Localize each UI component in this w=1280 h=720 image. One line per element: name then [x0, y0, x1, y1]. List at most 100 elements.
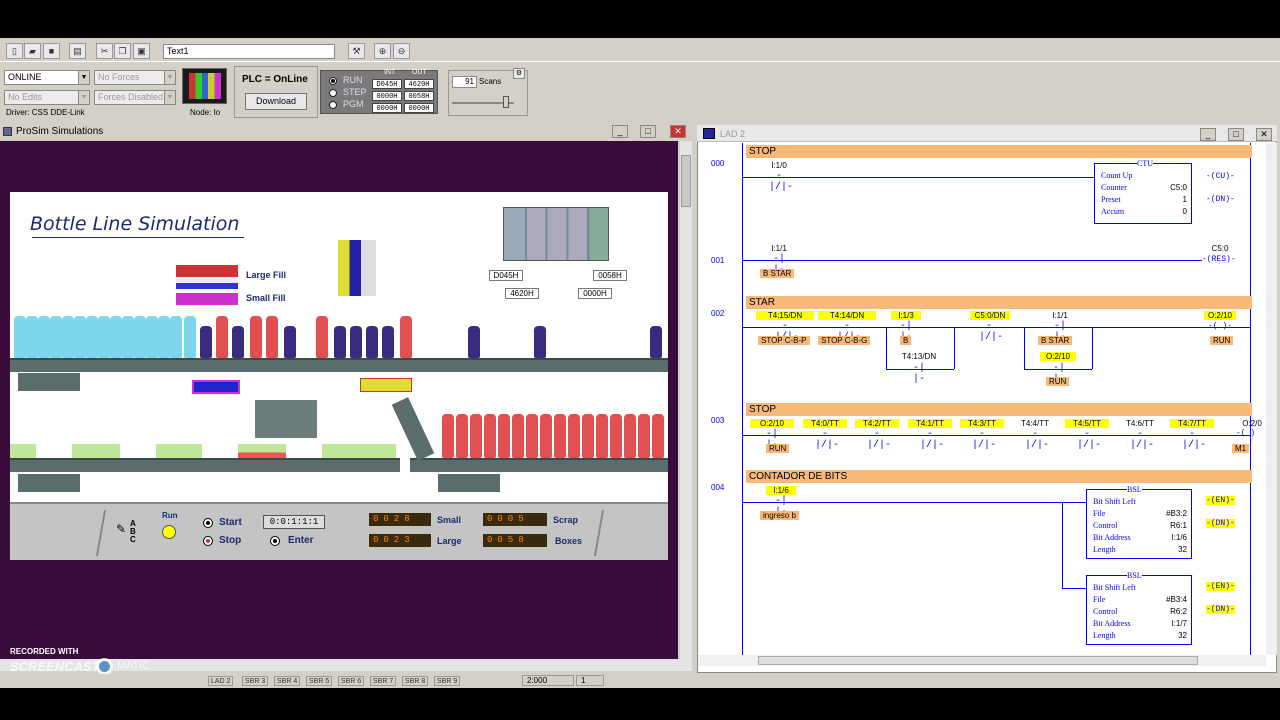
res-coil[interactable]: -(RES)- [1202, 255, 1236, 264]
minimize-button[interactable]: _ [612, 125, 628, 138]
bsl-block-2[interactable]: BSL Bit Shift Left File #B3:4 Control R6:2 Bit… [1086, 571, 1192, 645]
small-label: Small [437, 515, 462, 525]
contact-nc-icon[interactable]: -|/|- [815, 429, 839, 451]
small-fill-label: Small Fill [246, 293, 286, 303]
contact-nc-icon[interactable]: -|/|- [1025, 429, 1049, 451]
rung-001-addr-1: I:1/1 [771, 244, 787, 253]
open-folder-icon[interactable]: ▰ [24, 43, 41, 59]
entry-field[interactable]: 0:0:1:1:1 [263, 515, 325, 529]
rung-000-wire [742, 177, 1094, 178]
bottle-item [366, 326, 378, 358]
bsl-block-1[interactable]: BSL Bit Shift Left File #B3:2 Control R6:1 Bit… [1086, 485, 1192, 559]
save-icon[interactable]: ■ [43, 43, 60, 59]
text-field[interactable]: Text1 [163, 44, 335, 59]
contact-nc-icon[interactable]: -|/|- [769, 171, 793, 193]
ladder-vertical-scrollbar[interactable] [1266, 143, 1277, 655]
ctu-counter-value: C5:0 [1170, 183, 1187, 192]
stop-radio[interactable] [203, 536, 213, 546]
cut-icon[interactable]: ✂ [96, 43, 113, 59]
output-coil-icon[interactable]: -( ) [1236, 429, 1255, 438]
contact-nc-icon[interactable]: -|/|- [972, 429, 996, 451]
bsl-bitaddr-label: Bit Address [1093, 619, 1131, 628]
chevron-down-icon: ▼ [78, 91, 89, 104]
plc-label-4: 0000H [578, 288, 612, 299]
paste-icon[interactable]: ▣ [133, 43, 150, 59]
sim-vertical-scrollbar[interactable] [680, 141, 692, 659]
ladder-close-button[interactable]: ✕ [1256, 128, 1272, 141]
enter-label: Enter [288, 535, 314, 546]
res-coil-label: RES [1211, 255, 1227, 264]
output-coil-icon[interactable]: -( )- [1208, 322, 1232, 331]
status-tab[interactable]: SBR 9 [434, 676, 461, 686]
window-icon [3, 127, 12, 136]
scans-label: Scans [479, 77, 502, 86]
bottle-item [86, 316, 98, 358]
status-tab[interactable]: SBR 6 [338, 676, 365, 686]
close-button[interactable]: ✕ [670, 125, 686, 138]
edits-select[interactable]: No Edits ▼ [4, 90, 90, 105]
step-radio[interactable] [329, 89, 337, 97]
mode-step-label: STEP [343, 87, 367, 97]
contact-nc-icon[interactable]: -|/|- [1077, 429, 1101, 451]
pgm-radio[interactable] [329, 101, 337, 109]
ctu-accum-value: 0 [1182, 207, 1187, 216]
start-label: Start [219, 517, 242, 528]
contact-nc-icon[interactable]: -|/|- [1130, 429, 1154, 451]
zoom-out-icon[interactable]: ⊖ [393, 43, 410, 59]
mode-select[interactable]: ONLINE ▼ [4, 70, 90, 85]
rung-003-addr: T4:2/TT [855, 419, 899, 428]
box-item [322, 444, 396, 458]
status-tab[interactable]: LAD 2 [208, 676, 234, 686]
rung-004-wire [742, 502, 1086, 503]
screencast-logo-icon [96, 658, 113, 675]
status-tab[interactable]: SBR 3 [242, 676, 269, 686]
scan-slider-thumb[interactable] [503, 96, 509, 108]
bsl-file-value: #B3:2 [1166, 509, 1187, 518]
ctu-counter-label: Counter [1101, 183, 1127, 192]
download-button[interactable]: Download [245, 93, 307, 110]
print-icon[interactable]: ▤ [69, 43, 86, 59]
start-radio[interactable] [203, 518, 213, 528]
status-tab[interactable]: SBR 4 [274, 676, 301, 686]
large-counter: 0023 [369, 534, 431, 547]
mode-run-label: RUN [343, 75, 363, 85]
bottom-conveyor-left [10, 458, 400, 472]
ctu-dn-label: DN [1215, 195, 1226, 204]
status-tab[interactable]: SBR 5 [306, 676, 333, 686]
zoom-in-icon[interactable]: ⊕ [374, 43, 391, 59]
maximize-button[interactable]: □ [640, 125, 656, 138]
run-radio[interactable] [329, 77, 337, 85]
en-label: EN [1215, 496, 1226, 505]
ladder-horizontal-scrollbar[interactable] [698, 655, 1266, 666]
tool-icon[interactable]: ⚒ [348, 43, 365, 59]
ctu-block[interactable]: CTU Count Up Counter C5:0 Preset 1 Accum… [1094, 159, 1192, 224]
in-label: INT [384, 69, 396, 76]
forces-select[interactable]: No Forces ▼ [94, 70, 176, 85]
status-tab[interactable]: SBR 8 [402, 676, 429, 686]
bottle-item [484, 414, 496, 458]
node-label: Node: Io [190, 108, 221, 117]
contact-no-icon[interactable]: -| |- [909, 363, 929, 385]
branch-wire [1062, 502, 1063, 588]
scan-settings-icon[interactable]: ⚙ [513, 68, 525, 79]
bottle-item [638, 414, 650, 458]
new-file-icon[interactable]: ▯ [6, 43, 23, 59]
contact-nc-icon[interactable]: -|/|- [1182, 429, 1206, 451]
ctu-dn-output: -(DN)- [1206, 195, 1235, 204]
rung-004-label-1: ingreso b [760, 511, 799, 520]
bottle-item [184, 316, 196, 358]
ladder-maximize-button[interactable]: □ [1228, 128, 1244, 141]
copy-icon[interactable]: ❐ [114, 43, 131, 59]
ctu-cu-output: -(CU)- [1206, 172, 1235, 181]
ladder-minimize-button[interactable]: _ [1200, 128, 1216, 141]
contact-nc-icon[interactable]: -|/|- [979, 321, 1003, 343]
contact-nc-icon[interactable]: -|/|- [867, 429, 891, 451]
enter-radio[interactable] [270, 536, 280, 546]
bottle-item [512, 414, 524, 458]
rung-003-addr: T4:3/TT [960, 419, 1004, 428]
forces-disabled-select[interactable]: Forces Disabled ▼ [94, 90, 176, 105]
bsl-length-value: 32 [1178, 545, 1187, 554]
contact-nc-icon[interactable]: -|/|- [920, 429, 944, 451]
bsl-file-label: File [1093, 509, 1106, 518]
status-tab[interactable]: SBR 7 [370, 676, 397, 686]
